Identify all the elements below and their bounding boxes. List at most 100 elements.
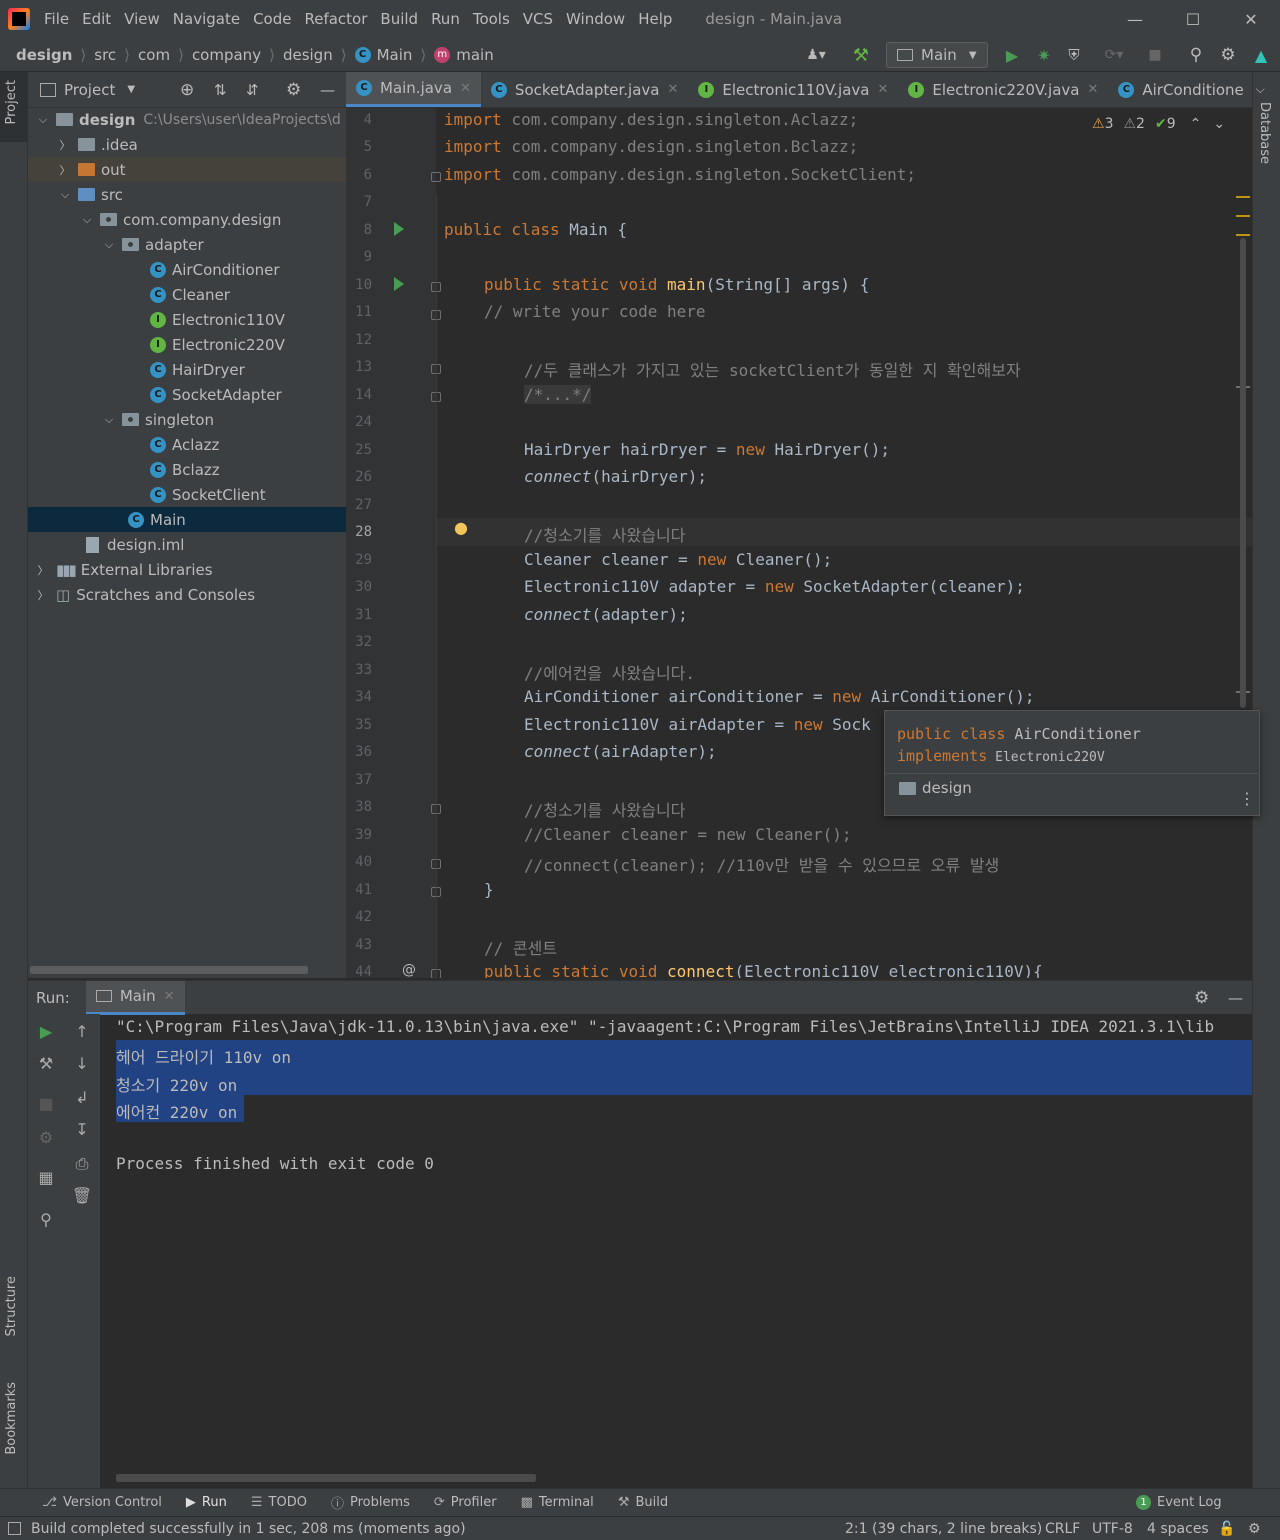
close-icon[interactable]: ✕ [877,82,888,97]
breadcrumb-design-pkg[interactable]: design [283,46,333,64]
breadcrumb-main[interactable]: Main [377,46,413,64]
gear-icon[interactable]: ⚙ [1194,988,1209,1008]
previous-highlight-icon[interactable]: ⌃ [1190,116,1202,132]
tab-electronic110v-java[interactable]: I Electronic110V.java ✕ [688,72,898,107]
settings-icon[interactable]: ⚙ [34,1126,58,1150]
code-with-me-icon[interactable]: ▲ [1248,42,1274,68]
tab-socketadapter-java[interactable]: C SocketAdapter.java ✕ [481,72,688,107]
tree-item-external-libraries[interactable]: 〉 ▮▮▮ External Libraries [28,557,346,582]
expand-all-icon[interactable]: ⇅ [214,81,227,99]
chevron-right-icon[interactable]: 〉 [58,137,72,153]
scroll-to-end-icon[interactable]: ↧ [70,1118,94,1142]
run-main-icon[interactable] [394,277,404,291]
chevron-down-icon[interactable]: ⌵ [102,413,116,427]
tab-event-log[interactable]: 1 Event Log [1136,1495,1222,1510]
scroll-down-icon[interactable]: ↓ [70,1052,94,1076]
caret-position[interactable]: 2:1 (39 chars, 2 line breaks) [845,1521,1042,1537]
tab-main-java[interactable]: C Main.java ✕ [346,72,481,107]
tree-item-adapter[interactable]: ⌵ adapter [28,232,346,257]
chevron-down-icon[interactable]: ▼ [127,84,135,95]
structure-tool-tab[interactable]: Structure [4,1276,19,1336]
breadcrumb-design[interactable]: design [16,46,72,64]
menu-vcs[interactable]: VCS [523,10,553,28]
vertical-scrollbar[interactable] [1240,238,1246,708]
folded-comment[interactable]: /*...*/ [524,385,592,404]
minimize-icon[interactable]: — [1106,0,1164,38]
pin-icon[interactable]: ⚲ [34,1208,58,1232]
tree-item-out[interactable]: 〉 out [28,157,346,182]
project-panel-title[interactable]: Project [64,81,115,99]
layout-icon[interactable]: ▦ [34,1166,58,1190]
chevron-down-icon[interactable]: ⌵ [80,213,94,227]
collapse-all-icon[interactable]: ⇵ [246,81,259,99]
close-icon[interactable]: ✕ [460,81,471,96]
debug-icon[interactable]: ✷ [1032,42,1056,68]
horizontal-scrollbar[interactable] [116,1474,536,1482]
wrench-icon[interactable]: ⚒ [34,1052,58,1076]
tab-terminal[interactable]: ▩ Terminal [521,1495,594,1510]
toggle-tool-windows-icon[interactable] [8,1522,21,1535]
chevron-right-icon[interactable]: 〉 [58,162,72,178]
menu-run[interactable]: Run [431,10,460,28]
fold-marker-icon[interactable] [431,172,441,182]
warning-marker[interactable] [1236,196,1250,198]
tree-item-singleton[interactable]: ⌵ singleton [28,407,346,432]
search-icon[interactable]: ⚲ [1184,42,1208,68]
run-class-icon[interactable] [394,222,404,236]
tree-item-socketclient[interactable]: C SocketClient [28,482,346,507]
horizontal-scrollbar[interactable] [30,966,308,974]
run-icon[interactable]: ▶ [1000,42,1024,68]
tree-item-idea[interactable]: 〉 .idea [28,132,346,157]
database-tool-tab[interactable]: Database [1257,102,1272,164]
tree-item-electronic220v[interactable]: I Electronic220V [28,332,346,357]
close-icon[interactable]: ✕ [667,82,678,97]
tab-list-chevron-icon[interactable]: ⌵ [1248,72,1273,107]
build-hammer-icon[interactable]: ⚒ [848,42,874,68]
menu-view[interactable]: View [124,10,160,28]
hide-panel-icon[interactable]: — [320,81,335,99]
hide-panel-icon[interactable]: — [1228,989,1243,1007]
run-tab-main[interactable]: Main ✕ [85,980,185,1015]
chevron-right-icon[interactable]: 〉 [36,587,50,603]
inspection-widget[interactable]: ⚠ 3 ⚠ 2 ✔ 9 ⌃ ⌄ [1092,116,1225,132]
tree-item-cleaner[interactable]: C Cleaner [28,282,346,307]
menu-build[interactable]: Build [380,10,418,28]
warning-marker[interactable] [1236,234,1250,236]
menu-navigate[interactable]: Navigate [173,10,240,28]
tree-item-scratches[interactable]: 〉 ◫ Scratches and Consoles [28,582,346,607]
tab-profiler[interactable]: ⟳ Profiler [434,1495,497,1510]
maximize-icon[interactable]: ☐ [1164,0,1222,38]
tab-problems[interactable]: ⓘ Problems [331,1493,410,1512]
line-separator[interactable]: CRLF [1045,1521,1080,1537]
tree-root-design[interactable]: ⌵ design C:\Users\user\IdeaProjects\d [28,107,346,132]
more-options-icon[interactable]: ⋮ [1239,789,1255,808]
file-encoding[interactable]: UTF-8 [1092,1521,1133,1537]
coverage-icon[interactable]: ⛨ [1062,42,1086,68]
tree-item-aclazz[interactable]: C Aclazz [28,432,346,457]
tree-item-electronic110v[interactable]: I Electronic110V [28,307,346,332]
settings-gear-icon[interactable]: ⚙ [1216,42,1240,68]
code-editor[interactable]: ⚠ 3 ⚠ 2 ✔ 9 ⌃ ⌄ 4 5 6 7 8 9 10 11 12 13 … [346,108,1252,978]
menu-tools[interactable]: Tools [473,10,510,28]
status-message[interactable]: Build completed successfully in 1 sec, 2… [31,1521,466,1537]
lightbulb-icon[interactable]: ● [454,518,468,537]
tab-run[interactable]: ▶ Run [186,1495,227,1510]
add-user-icon[interactable]: ♟▾ [796,42,836,68]
menu-edit[interactable]: Edit [82,10,111,28]
tab-todo[interactable]: ☰ TODO [251,1495,307,1510]
tab-version-control[interactable]: ⎇ Version Control [42,1495,162,1510]
menu-refactor[interactable]: Refactor [304,10,367,28]
tree-item-airconditioner[interactable]: C AirConditioner [28,257,346,282]
warning-marker[interactable] [1236,215,1250,217]
lock-icon[interactable]: 🔓 [1218,1521,1235,1537]
rerun-icon[interactable]: ▶ [34,1020,58,1044]
menu-window[interactable]: Window [566,10,625,28]
locate-icon[interactable]: ⊕ [180,80,194,100]
close-icon[interactable]: ✕ [1222,0,1280,38]
tab-airconditioner-java[interactable]: C AirConditione [1108,72,1247,107]
run-config-select[interactable]: Main ▼ [886,42,988,68]
stop-icon[interactable]: ■ [34,1092,58,1116]
tab-build[interactable]: ⚒ Build [618,1495,668,1510]
breadcrumb-main-method[interactable]: main [456,46,493,64]
soft-wrap-icon[interactable]: ↲ [70,1086,94,1110]
